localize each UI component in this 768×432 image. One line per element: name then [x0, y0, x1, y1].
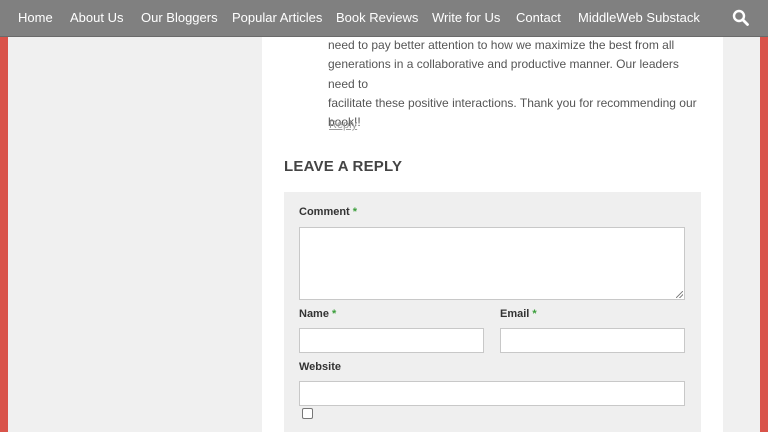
save-info-checkbox[interactable] [302, 408, 313, 419]
resize-handle-icon[interactable] [676, 291, 683, 298]
leave-reply-heading: LEAVE A REPLY [284, 158, 403, 175]
nav-item-our-bloggers[interactable]: Our Bloggers [141, 0, 218, 36]
comment-label: Comment * [299, 206, 358, 218]
name-label: Name * [299, 308, 337, 320]
nav-item-popular-articles[interactable]: Popular Articles [232, 0, 322, 36]
email-label: Email * [500, 308, 537, 320]
nav-item-about-us[interactable]: About Us [70, 0, 123, 36]
comment-line: generations in a collaborative and produ… [328, 57, 679, 91]
website-label: Website [299, 361, 341, 373]
required-marker: * [532, 308, 537, 320]
comment-line: need to pay better attention to how we m… [328, 38, 675, 52]
required-marker: * [332, 308, 337, 320]
name-field[interactable] [299, 328, 484, 353]
comment-line: facilitate these positive interactions. … [328, 95, 697, 110]
nav-item-home[interactable]: Home [18, 0, 53, 36]
email-field[interactable] [500, 328, 685, 353]
website-field[interactable] [299, 381, 685, 406]
reply-link[interactable]: Reply [329, 119, 357, 131]
nav-item-book-reviews[interactable]: Book Reviews [336, 0, 418, 36]
nav-item-contact[interactable]: Contact [516, 0, 561, 36]
required-marker: * [352, 206, 358, 218]
comment-body: need to pay better attention to how we m… [328, 36, 708, 132]
nav-item-write-for-us[interactable]: Write for Us [432, 0, 500, 36]
search-icon[interactable] [732, 9, 750, 27]
nav-item-middleweb-substack[interactable]: MiddleWeb Substack [578, 0, 700, 36]
comment-textarea[interactable] [299, 227, 685, 300]
top-navigation: Home About Us Our Bloggers Popular Artic… [0, 0, 768, 37]
comment-line: book!! [328, 115, 361, 130]
